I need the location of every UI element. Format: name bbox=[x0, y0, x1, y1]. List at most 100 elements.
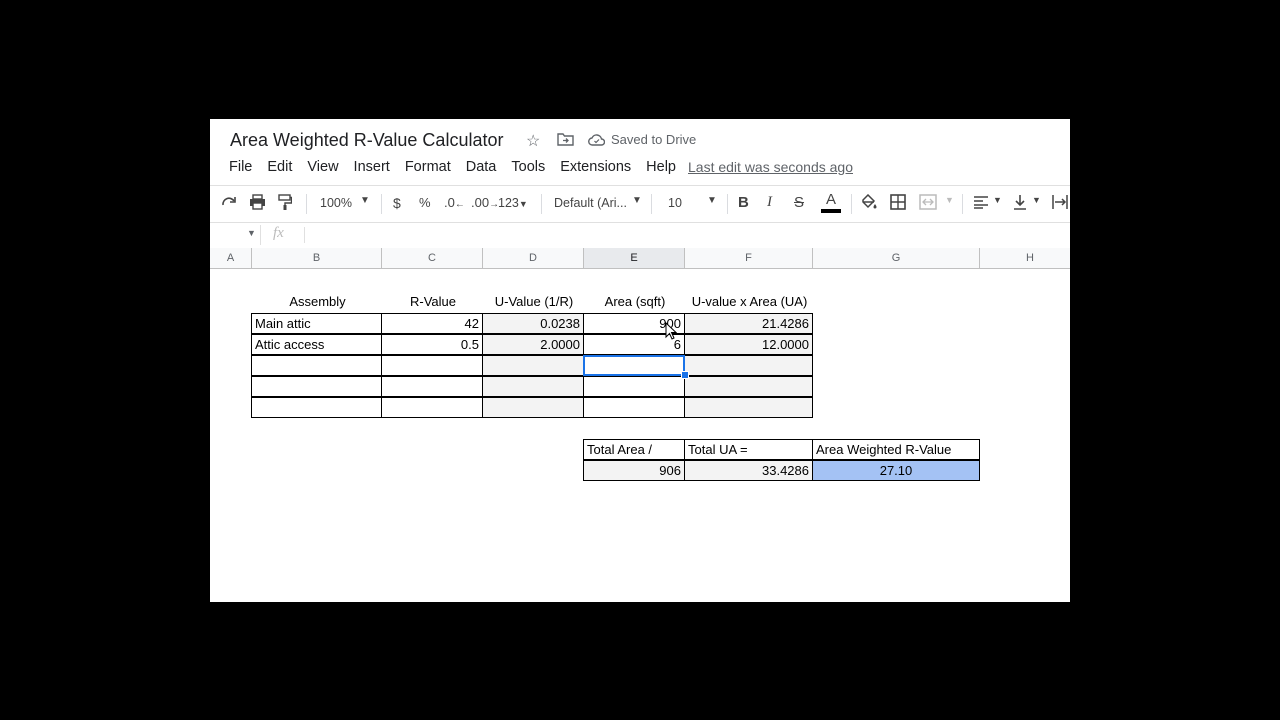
bold-button[interactable]: B bbox=[738, 194, 749, 211]
percent-format-button[interactable]: % bbox=[419, 195, 431, 210]
italic-button[interactable]: I bbox=[767, 194, 772, 211]
table-cell[interactable]: Main attic bbox=[251, 313, 382, 334]
header-r-value[interactable]: R-Value bbox=[382, 292, 484, 313]
toolbar-divider bbox=[541, 194, 542, 214]
table-cell[interactable] bbox=[381, 397, 483, 418]
zoom-select[interactable]: 100% bbox=[320, 196, 352, 210]
vertical-align-icon[interactable] bbox=[1013, 194, 1027, 213]
table-cell[interactable] bbox=[251, 355, 382, 376]
table-cell[interactable] bbox=[251, 376, 382, 397]
text-color-button[interactable]: A bbox=[821, 191, 841, 213]
summary-header[interactable]: Area Weighted R-Value bbox=[812, 439, 980, 460]
font-dropdown-icon[interactable]: ▼ bbox=[632, 195, 642, 206]
menu-format[interactable]: Format bbox=[405, 159, 451, 175]
align-dropdown-icon[interactable]: ▼ bbox=[993, 195, 1002, 205]
column-header-e[interactable]: E bbox=[584, 248, 685, 269]
more-formats-button[interactable]: 123▼ bbox=[498, 196, 528, 210]
text-wrap-icon[interactable] bbox=[1052, 194, 1068, 213]
table-cell[interactable] bbox=[684, 355, 813, 376]
name-box-dropdown-icon[interactable]: ▼ bbox=[247, 228, 256, 238]
table-cell[interactable] bbox=[251, 397, 382, 418]
column-header-d[interactable]: D bbox=[483, 248, 584, 269]
total-area-value[interactable]: 906 bbox=[583, 460, 685, 481]
table-cell[interactable] bbox=[381, 355, 483, 376]
menu-data[interactable]: Data bbox=[466, 159, 497, 175]
column-header-h[interactable]: H bbox=[980, 248, 1070, 269]
borders-icon[interactable] bbox=[890, 194, 906, 213]
menu-file[interactable]: File bbox=[229, 159, 252, 175]
toolbar-divider bbox=[306, 194, 307, 214]
weighted-r-value[interactable]: 27.10 bbox=[812, 460, 980, 481]
toolbar-divider bbox=[962, 194, 963, 214]
table-cell[interactable]: 42 bbox=[381, 313, 483, 334]
header-area[interactable]: Area (sqft) bbox=[584, 292, 686, 313]
last-edit-link[interactable]: Last edit was seconds ago bbox=[688, 159, 853, 175]
align-left-icon[interactable] bbox=[973, 195, 989, 212]
column-header-a[interactable]: A bbox=[210, 248, 252, 269]
zoom-dropdown-icon[interactable]: ▼ bbox=[360, 195, 370, 206]
decrease-decimal-label: .0 bbox=[444, 195, 455, 210]
table-cell[interactable] bbox=[684, 376, 813, 397]
column-header-f[interactable]: F bbox=[685, 248, 813, 269]
paint-format-icon[interactable] bbox=[278, 194, 293, 214]
star-icon[interactable]: ☆ bbox=[526, 131, 540, 151]
fill-handle[interactable] bbox=[681, 371, 689, 379]
table-cell[interactable] bbox=[381, 376, 483, 397]
menu-bar: File Edit View Insert Format Data Tools Extensi… bbox=[229, 159, 691, 175]
menu-extensions[interactable]: Extensions bbox=[560, 159, 631, 175]
formula-divider bbox=[260, 225, 261, 245]
formula-input[interactable] bbox=[310, 224, 1060, 246]
strikethrough-button[interactable]: S bbox=[794, 194, 804, 211]
header-u-value[interactable]: U-Value (1/R) bbox=[483, 292, 585, 313]
header-assembly[interactable]: Assembly bbox=[252, 292, 383, 313]
formula-bar: ▼ fx bbox=[210, 222, 1070, 249]
toolbar-divider bbox=[851, 194, 852, 214]
vertical-align-dropdown-icon[interactable]: ▼ bbox=[1032, 195, 1041, 205]
font-select[interactable]: Default (Ari... bbox=[554, 196, 627, 210]
text-color-swatch bbox=[821, 209, 841, 213]
column-header-g[interactable]: G bbox=[813, 248, 980, 269]
mouse-cursor-icon bbox=[665, 321, 678, 345]
more-formats-label: 123 bbox=[498, 196, 519, 210]
table-cell[interactable] bbox=[684, 397, 813, 418]
font-size-dropdown-icon[interactable]: ▼ bbox=[707, 195, 717, 206]
summary-header[interactable]: Total Area / bbox=[583, 439, 685, 460]
table-cell[interactable]: 2.0000 bbox=[482, 334, 584, 355]
merge-cells-icon[interactable] bbox=[919, 194, 937, 213]
table-cell[interactable]: 0.0238 bbox=[482, 313, 584, 334]
total-ua-value[interactable]: 33.4286 bbox=[684, 460, 813, 481]
saved-status[interactable]: Saved to Drive bbox=[611, 132, 696, 147]
table-cell[interactable]: 12.0000 bbox=[684, 334, 813, 355]
redo-icon[interactable] bbox=[221, 194, 238, 211]
table-cell[interactable] bbox=[482, 355, 584, 376]
print-icon[interactable] bbox=[249, 194, 266, 213]
merge-dropdown-icon[interactable]: ▼ bbox=[945, 195, 954, 205]
font-size-select[interactable]: 10 bbox=[668, 196, 682, 210]
header-ua[interactable]: U-value x Area (UA) bbox=[685, 292, 814, 313]
currency-format-button[interactable]: $ bbox=[393, 195, 401, 211]
table-cell[interactable]: 21.4286 bbox=[684, 313, 813, 334]
table-cell[interactable] bbox=[583, 397, 685, 418]
menu-insert[interactable]: Insert bbox=[354, 159, 390, 175]
selected-cell[interactable] bbox=[583, 355, 685, 376]
fill-color-icon[interactable] bbox=[860, 193, 877, 213]
decrease-decimal-button[interactable]: .0← bbox=[444, 195, 465, 210]
toolbar-divider bbox=[381, 194, 382, 214]
menu-edit[interactable]: Edit bbox=[267, 159, 292, 175]
move-folder-icon[interactable] bbox=[557, 132, 574, 151]
column-header-c[interactable]: C bbox=[382, 248, 483, 269]
table-cell[interactable] bbox=[482, 397, 584, 418]
menu-help[interactable]: Help bbox=[646, 159, 676, 175]
menu-view[interactable]: View bbox=[307, 159, 338, 175]
cloud-icon bbox=[588, 133, 606, 151]
table-cell[interactable] bbox=[583, 376, 685, 397]
column-header-b[interactable]: B bbox=[252, 248, 382, 269]
table-cell[interactable] bbox=[482, 376, 584, 397]
document-title[interactable]: Area Weighted R-Value Calculator bbox=[230, 130, 503, 151]
table-cell[interactable]: 0.5 bbox=[381, 334, 483, 355]
increase-decimal-button[interactable]: .00→ bbox=[471, 195, 499, 210]
table-cell[interactable]: Attic access bbox=[251, 334, 382, 355]
summary-header[interactable]: Total UA = bbox=[684, 439, 813, 460]
menu-tools[interactable]: Tools bbox=[511, 159, 545, 175]
formula-divider bbox=[304, 227, 305, 243]
